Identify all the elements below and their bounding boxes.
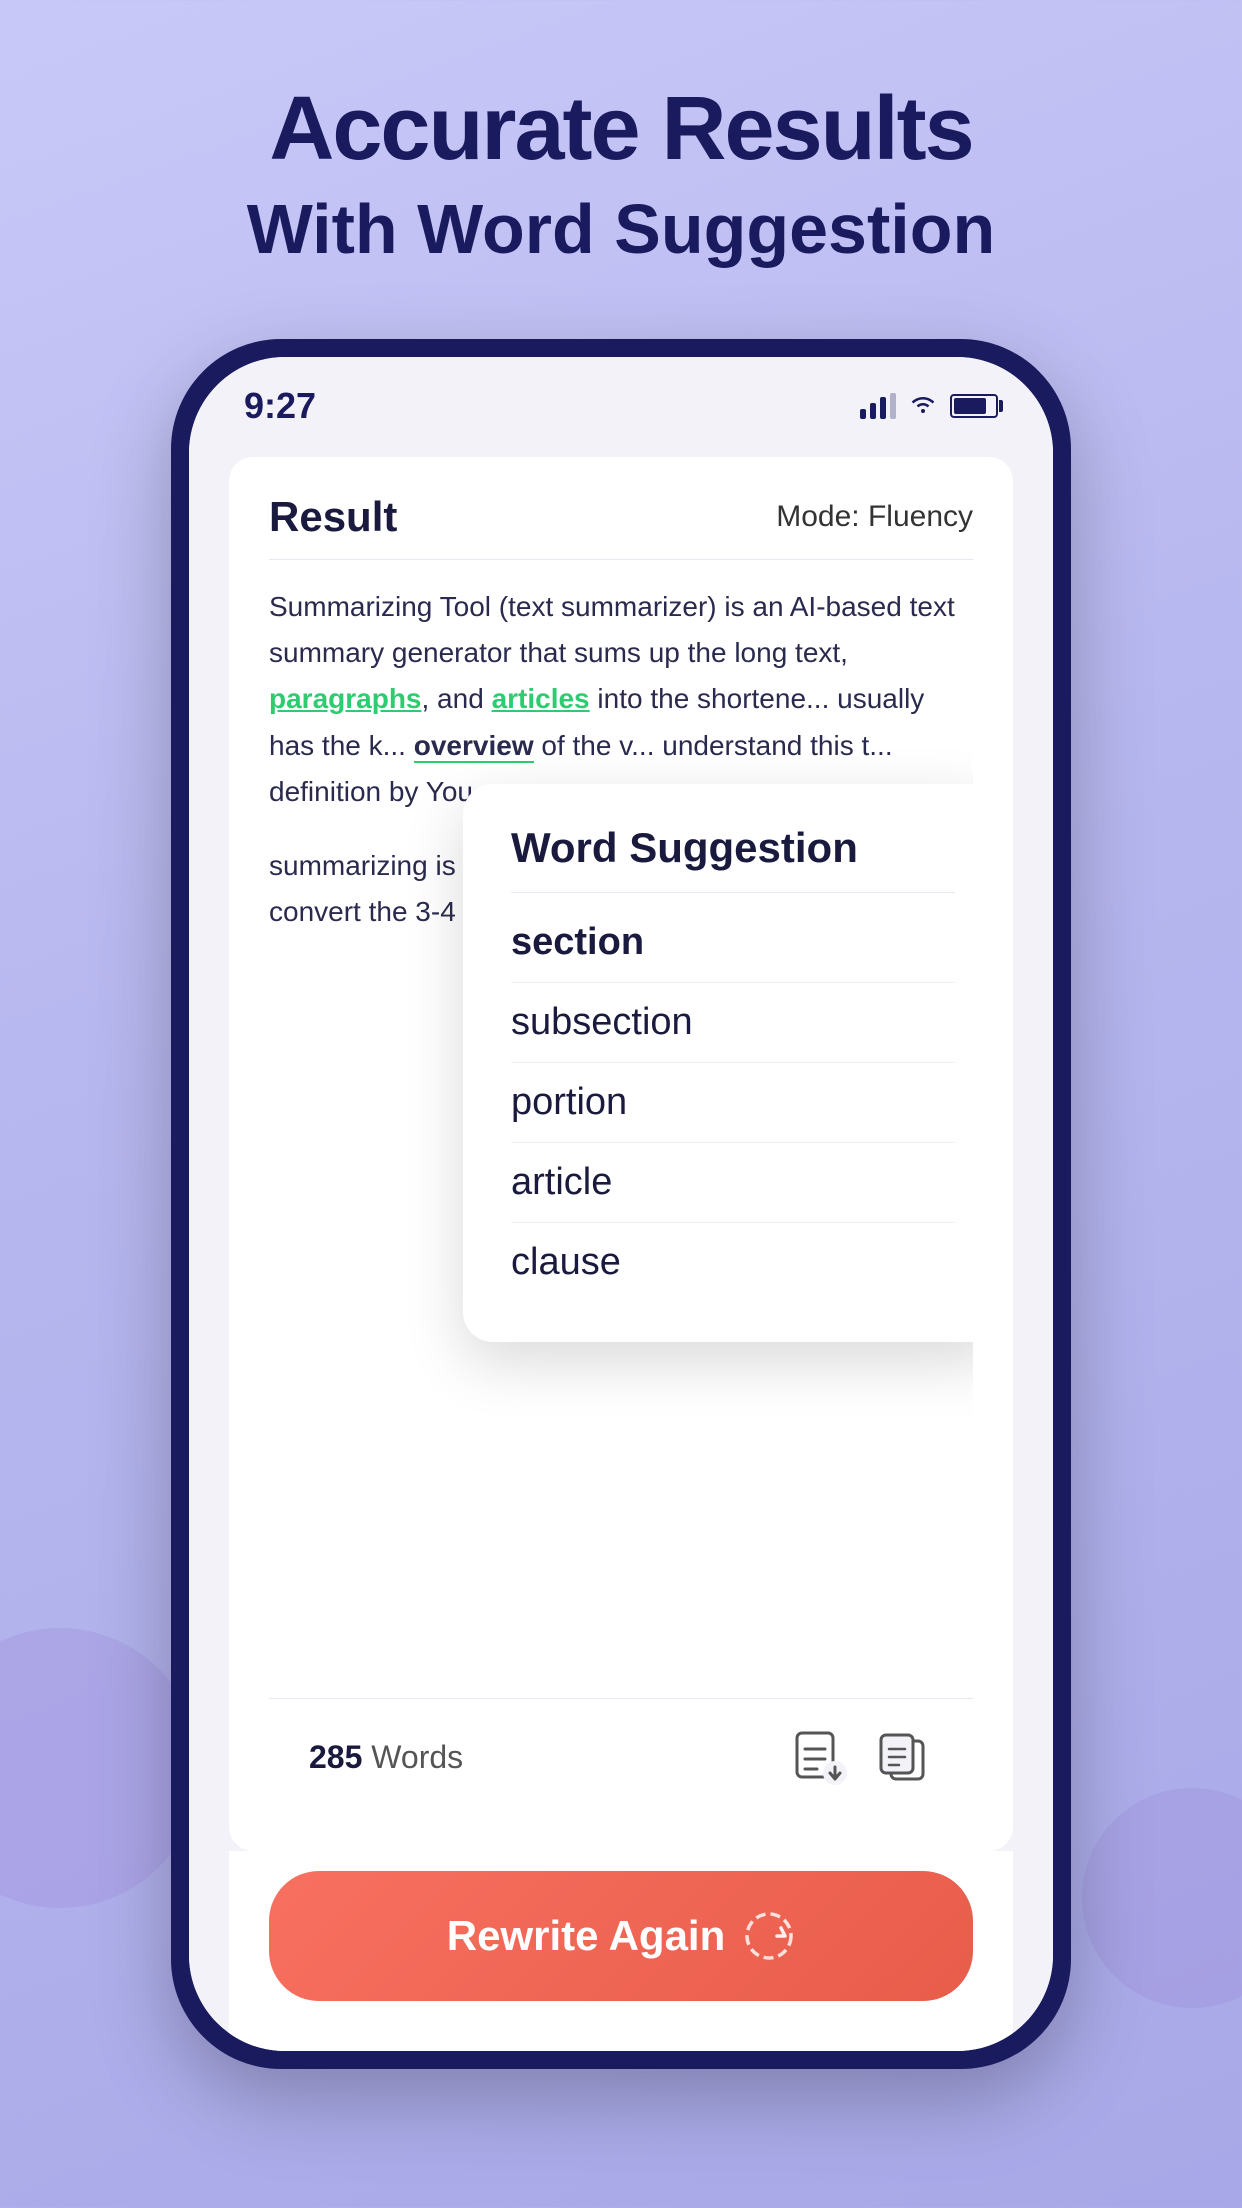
- signal-icon: [860, 393, 896, 419]
- status-icons: [860, 390, 998, 422]
- result-header: Result Mode: Fluency: [269, 493, 973, 560]
- content-area: Result Mode: Fluency Summarizing Tool (t…: [189, 437, 1053, 2051]
- phone-inner: 9:27: [189, 357, 1053, 2051]
- suggestion-item-article[interactable]: article: [511, 1143, 955, 1222]
- rewrite-btn-container: Rewrite Again: [229, 1851, 1013, 2051]
- wifi-icon: [908, 390, 938, 422]
- status-bar: 9:27: [189, 357, 1053, 437]
- popup-title: Word Suggestion: [511, 824, 955, 872]
- highlight-paragraphs: paragraphs: [269, 683, 422, 714]
- suggestion-item-clause[interactable]: clause: [511, 1223, 955, 1302]
- word-suggestion-popup: Word Suggestion section subsection porti…: [463, 784, 973, 1342]
- result-mode: Mode: Fluency: [776, 500, 973, 534]
- highlight-articles: articles: [492, 683, 590, 714]
- bottom-bar: 285 Words: [269, 1698, 973, 1815]
- rewrite-icon: [743, 1910, 795, 1962]
- word-count: 285 Words: [309, 1739, 463, 1776]
- popup-divider: [511, 892, 955, 893]
- result-card: Result Mode: Fluency Summarizing Tool (t…: [229, 457, 1013, 1851]
- headline: Accurate Results: [247, 80, 996, 179]
- result-paragraph-1: Summarizing Tool (text summarizer) is an…: [269, 584, 973, 815]
- suggestion-item-portion[interactable]: portion: [511, 1063, 955, 1142]
- header-section: Accurate Results With Word Suggestion: [247, 80, 996, 269]
- suggestion-item-section[interactable]: section: [511, 903, 955, 982]
- result-title: Result: [269, 493, 397, 541]
- status-time: 9:27: [244, 385, 316, 427]
- subheadline: With Word Suggestion: [247, 189, 996, 269]
- copy-icon[interactable]: [873, 1727, 933, 1787]
- rewrite-again-button[interactable]: Rewrite Again: [269, 1871, 973, 2001]
- battery-icon: [950, 394, 998, 418]
- suggestion-item-subsection[interactable]: subsection: [511, 983, 955, 1062]
- rewrite-button-label: Rewrite Again: [447, 1912, 726, 1960]
- download-doc-icon[interactable]: [789, 1727, 849, 1787]
- result-text-area: Summarizing Tool (text summarizer) is an…: [269, 584, 973, 1698]
- phone-frame: 9:27: [171, 339, 1071, 2069]
- action-icons: [789, 1727, 933, 1787]
- highlight-overview: overview: [414, 730, 534, 763]
